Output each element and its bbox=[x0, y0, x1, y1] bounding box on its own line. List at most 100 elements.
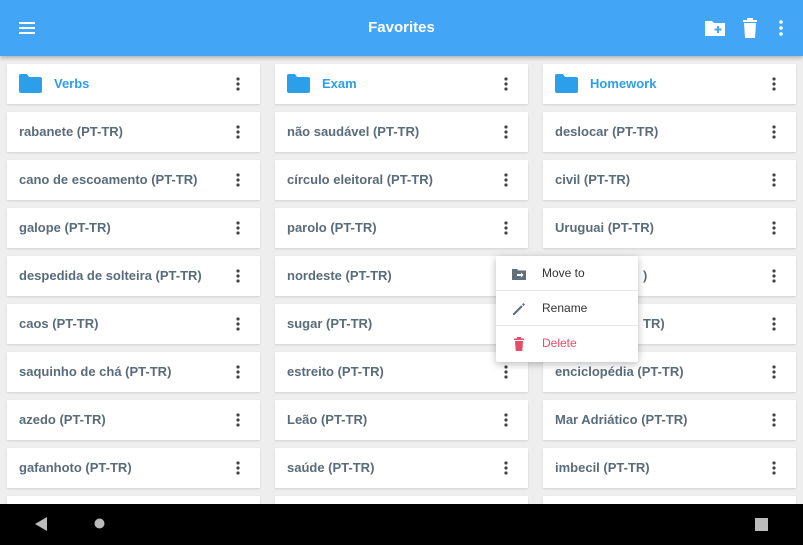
more-vert-icon[interactable] bbox=[769, 16, 793, 40]
word-card[interactable]: azedo (PT-TR) bbox=[7, 400, 260, 440]
menu-item-label: Move to bbox=[542, 266, 585, 280]
word-label: saúde (PT-TR) bbox=[287, 460, 375, 475]
page-title: Favorites bbox=[368, 19, 435, 36]
word-label: nordeste (PT-TR) bbox=[287, 268, 392, 283]
word-label: gafanhoto (PT-TR) bbox=[19, 460, 132, 475]
more-vert-icon[interactable] bbox=[766, 220, 782, 236]
word-label: galope (PT-TR) bbox=[19, 220, 111, 235]
pencil-icon bbox=[513, 303, 525, 315]
folder-card[interactable]: Verbs bbox=[7, 64, 260, 104]
word-card[interactable]: saquinho de chá (PT-TR) bbox=[7, 352, 260, 392]
folder-icon bbox=[287, 74, 310, 93]
folder-column-verbs: Verbs rabanete (PT-TR) cano de escoamento … bbox=[7, 64, 260, 504]
menu-item-label: Rename bbox=[542, 301, 588, 315]
word-card[interactable]: nordeste (PT-TR) bbox=[275, 256, 528, 296]
word-card[interactable]: parolo (PT-TR) bbox=[275, 208, 528, 248]
more-vert-icon[interactable] bbox=[230, 76, 246, 92]
folder-name: Homework bbox=[590, 76, 657, 91]
more-vert-icon[interactable] bbox=[230, 172, 246, 188]
word-label: Leão (PT-TR) bbox=[287, 412, 368, 427]
word-card[interactable]: não saudável (PT-TR) bbox=[275, 112, 528, 152]
word-card[interactable]: rabanete (PT-TR) bbox=[7, 112, 260, 152]
new-folder-icon[interactable] bbox=[703, 16, 727, 40]
more-vert-icon[interactable] bbox=[498, 124, 514, 140]
word-label: caos (PT-TR) bbox=[19, 316, 99, 331]
more-vert-icon[interactable] bbox=[766, 172, 782, 188]
more-vert-icon[interactable] bbox=[498, 364, 514, 380]
word-card[interactable]: despedida de solteira (PT-TR) bbox=[7, 256, 260, 296]
more-vert-icon[interactable] bbox=[230, 364, 246, 380]
word-label: deslocar (PT-TR) bbox=[555, 124, 659, 139]
word-card[interactable]: estreito (PT-TR) bbox=[275, 352, 528, 392]
more-vert-icon[interactable] bbox=[498, 76, 514, 92]
folder-column-exam: Exam não saudável (PT-TR) círculo eleitora… bbox=[275, 64, 528, 504]
folder-card[interactable]: Exam bbox=[275, 64, 528, 104]
more-vert-icon[interactable] bbox=[766, 460, 782, 476]
more-vert-icon[interactable] bbox=[230, 412, 246, 428]
word-label: cano de escoamento (PT-TR) bbox=[19, 172, 198, 187]
word-label: rabanete (PT-TR) bbox=[19, 124, 124, 139]
move-to-folder-icon bbox=[512, 269, 526, 280]
word-label: ) bbox=[643, 268, 648, 283]
word-card[interactable]: cano de escoamento (PT-TR) bbox=[7, 160, 260, 200]
word-card[interactable]: civil (PT-TR) bbox=[543, 160, 796, 200]
folder-icon bbox=[19, 74, 42, 93]
word-card[interactable]: Mar Adriático (PT-TR) bbox=[543, 400, 796, 440]
word-label: não saudável (PT-TR) bbox=[287, 124, 420, 139]
menu-item-move-to[interactable]: Move to bbox=[496, 256, 638, 291]
word-card[interactable]: deslocar (PT-TR) bbox=[543, 112, 796, 152]
word-label: TR) bbox=[643, 316, 665, 331]
word-label: civil (PT-TR) bbox=[555, 172, 631, 187]
word-card[interactable] bbox=[275, 496, 528, 504]
word-card[interactable]: imbecil (PT-TR) bbox=[543, 448, 796, 488]
more-vert-icon[interactable] bbox=[230, 460, 246, 476]
more-vert-icon[interactable] bbox=[766, 364, 782, 380]
word-card[interactable]: caos (PT-TR) bbox=[7, 304, 260, 344]
word-card[interactable]: saúde (PT-TR) bbox=[275, 448, 528, 488]
favorites-grid: Verbs rabanete (PT-TR) cano de escoamento … bbox=[0, 56, 803, 504]
word-card[interactable] bbox=[543, 496, 796, 504]
folder-name: Verbs bbox=[54, 76, 90, 91]
app-bar: Favorites bbox=[0, 0, 803, 56]
word-label: círculo eleitoral (PT-TR) bbox=[287, 172, 433, 187]
word-label: sugar (PT-TR) bbox=[287, 316, 373, 331]
menu-item-rename[interactable]: Rename bbox=[496, 291, 638, 326]
more-vert-icon[interactable] bbox=[498, 412, 514, 428]
word-label: Mar Adriático (PT-TR) bbox=[555, 412, 688, 427]
context-menu: Move to Rename Delete bbox=[496, 256, 638, 362]
folder-card[interactable]: Homework bbox=[543, 64, 796, 104]
more-vert-icon[interactable] bbox=[498, 460, 514, 476]
folder-name: Exam bbox=[322, 76, 357, 91]
folder-icon bbox=[555, 74, 578, 93]
trash-icon[interactable] bbox=[738, 16, 762, 40]
word-card[interactable]: gafanhoto (PT-TR) bbox=[7, 448, 260, 488]
word-label: imbecil (PT-TR) bbox=[555, 460, 650, 475]
more-vert-icon[interactable] bbox=[766, 412, 782, 428]
word-card[interactable]: Leão (PT-TR) bbox=[275, 400, 528, 440]
word-card[interactable] bbox=[7, 496, 260, 504]
word-label: despedida de solteira (PT-TR) bbox=[19, 268, 202, 283]
more-vert-icon[interactable] bbox=[498, 220, 514, 236]
system-nav-bar bbox=[0, 504, 803, 545]
menu-item-delete[interactable]: Delete bbox=[496, 326, 638, 361]
word-card[interactable]: Uruguai (PT-TR) bbox=[543, 208, 796, 248]
more-vert-icon[interactable] bbox=[766, 316, 782, 332]
recents-square-icon[interactable] bbox=[755, 518, 768, 531]
more-vert-icon[interactable] bbox=[766, 124, 782, 140]
more-vert-icon[interactable] bbox=[230, 316, 246, 332]
more-vert-icon[interactable] bbox=[766, 268, 782, 284]
more-vert-icon[interactable] bbox=[766, 76, 782, 92]
word-card[interactable]: círculo eleitoral (PT-TR) bbox=[275, 160, 528, 200]
word-label: Uruguai (PT-TR) bbox=[555, 220, 654, 235]
word-card[interactable]: sugar (PT-TR) bbox=[275, 304, 528, 344]
more-vert-icon[interactable] bbox=[230, 124, 246, 140]
more-vert-icon[interactable] bbox=[230, 268, 246, 284]
more-vert-icon[interactable] bbox=[498, 172, 514, 188]
menu-item-label: Delete bbox=[542, 336, 577, 350]
word-label: azedo (PT-TR) bbox=[19, 412, 106, 427]
word-label: estreito (PT-TR) bbox=[287, 364, 384, 379]
home-circle-icon[interactable] bbox=[94, 518, 105, 529]
more-vert-icon[interactable] bbox=[230, 220, 246, 236]
back-triangle-icon[interactable] bbox=[34, 516, 48, 532]
word-card[interactable]: galope (PT-TR) bbox=[7, 208, 260, 248]
